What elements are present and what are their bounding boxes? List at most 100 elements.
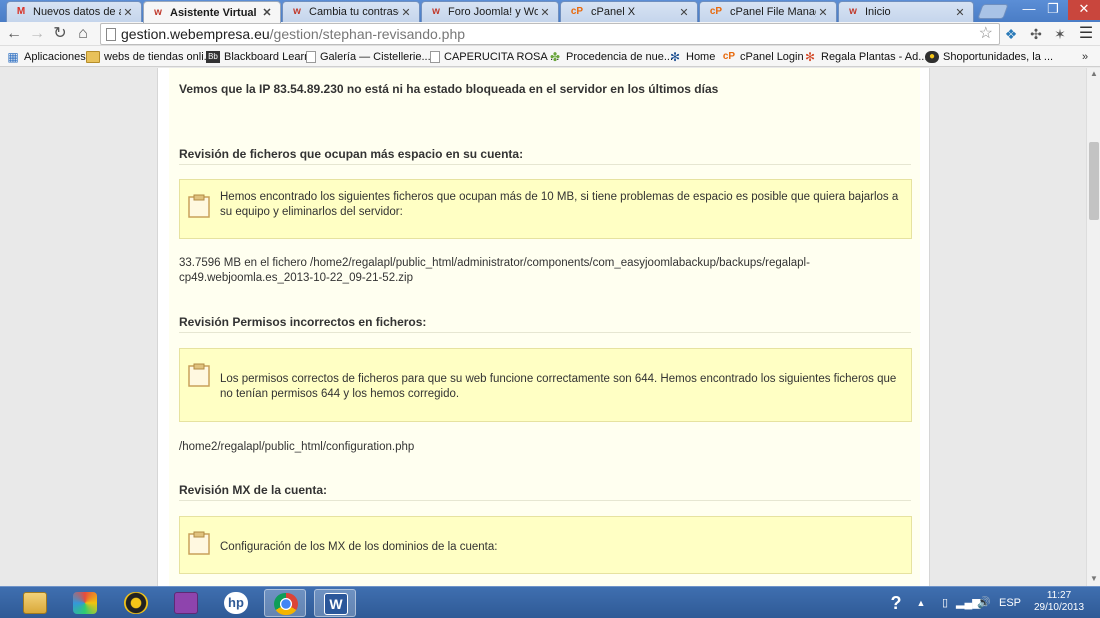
extension-icon[interactable]: ❖: [1002, 25, 1020, 43]
taskbar-explorer[interactable]: [14, 589, 56, 617]
scroll-down-icon[interactable]: ▼: [1087, 573, 1100, 585]
minimize-icon[interactable]: —: [1017, 0, 1041, 20]
vertical-scrollbar[interactable]: ▲ ▼: [1086, 68, 1100, 586]
bookmark-label: Procedencia de nue...: [566, 51, 674, 63]
back-arrow-icon[interactable]: ←: [4, 25, 24, 43]
bookmarks-bar: ▦ Aplicaciones webs de tiendas onli... B…: [0, 46, 1100, 67]
webempresa-icon: w: [432, 6, 440, 17]
tab-gmail[interactable]: M Nuevos datos de acce ✕: [6, 1, 142, 22]
url-path: /gestion/stephan-revisando.php: [269, 26, 466, 42]
network-signal-icon[interactable]: ▂▄▆: [956, 591, 981, 615]
bookmark-blackboard[interactable]: Bb Blackboard Learn: [206, 49, 310, 65]
menu-icon[interactable]: ☰: [1077, 25, 1095, 43]
close-icon[interactable]: ✕: [260, 6, 274, 19]
cpanel-icon: cP: [570, 6, 584, 17]
bookmark-regala-plantas[interactable]: ✻ Regala Plantas - Ad...: [803, 49, 927, 65]
language-indicator[interactable]: ESP: [998, 591, 1022, 615]
tab-title: Nuevos datos de acce: [33, 6, 121, 18]
tab-title: Cambia tu contraseña: [309, 6, 399, 18]
taskbar-media-center[interactable]: [64, 589, 106, 617]
taskbar-word[interactable]: W: [314, 589, 356, 617]
divider: [179, 500, 911, 501]
close-icon[interactable]: ✕: [953, 6, 967, 19]
bookmark-aplicaciones[interactable]: ▦ Aplicaciones: [6, 49, 85, 65]
notice-text: Hemos encontrado los siguientes ficheros…: [220, 191, 899, 218]
close-icon[interactable]: ✕: [399, 6, 413, 19]
windows-taskbar: hp W ? ▲ ▯ ▂▄▆ 🔊 ESP 11:27 29/10/2013: [0, 586, 1100, 618]
document-icon: [306, 51, 316, 63]
corrected-file-entry: /home2/regalapl/public_html/configuratio…: [179, 441, 415, 453]
webempresa-icon: w: [849, 6, 857, 17]
tab-cpanel-file-manager[interactable]: cP cPanel File Manager v ✕: [699, 1, 837, 22]
bookmark-label: Blackboard Learn: [224, 51, 311, 63]
taskbar-hp[interactable]: hp: [215, 589, 257, 617]
colorful-app-icon: [73, 592, 97, 614]
bookmark-star-icon[interactable]: ☆: [979, 24, 993, 44]
tab-asistente-virtual[interactable]: w Asistente Virtual Steph ✕: [143, 1, 281, 23]
notice-box-mx: Configuración de los MX de los dominios …: [179, 516, 912, 574]
bookmark-galeria[interactable]: Galería — Cistellerie...: [306, 49, 431, 65]
bookmark-label: cPanel Login: [740, 51, 804, 63]
tab-title: cPanel X: [591, 6, 636, 18]
scroll-up-icon[interactable]: ▲: [1087, 68, 1100, 80]
clock-date: 29/10/2013: [1033, 602, 1085, 613]
bookmark-caperucita[interactable]: CAPERUCITA ROSA ...: [430, 49, 559, 65]
forward-arrow-icon[interactable]: →: [27, 25, 47, 43]
new-tab-button[interactable]: [977, 4, 1009, 19]
webempresa-icon: w: [293, 6, 301, 17]
cpanel-icon: cP: [722, 51, 736, 62]
webempresa-icon: w: [154, 6, 162, 18]
tab-title: Inicio: [865, 6, 891, 18]
device-icon[interactable]: ▯: [936, 591, 954, 615]
clock-time: 11:27: [1046, 590, 1072, 601]
large-file-entry: 33.7596 MB en el fichero /home2/regalapl…: [179, 257, 810, 284]
close-icon[interactable]: ✕: [121, 6, 135, 19]
bookmark-procedencia[interactable]: ✤ Procedencia de nue...: [548, 49, 673, 65]
tab-title: cPanel File Manager v: [730, 6, 816, 18]
joomla-icon: ✻: [804, 50, 816, 64]
content-panel: Vemos que la IP 83.54.89.230 no está ni …: [157, 68, 930, 586]
bookmark-shoportunidades[interactable]: ● Shoportunidades, la ...: [925, 49, 1053, 65]
folder-icon: [86, 51, 100, 63]
extension-icon[interactable]: ✣: [1027, 25, 1045, 43]
volume-icon[interactable]: 🔊: [975, 591, 993, 615]
taskbar-app[interactable]: [165, 589, 207, 617]
bookmark-label: Home: [686, 51, 716, 63]
system-clock[interactable]: 11:27 29/10/2013: [1028, 590, 1090, 614]
taskbar-media-player[interactable]: [115, 589, 157, 617]
scroll-thumb[interactable]: [1089, 142, 1099, 220]
notice-box-large-files: Hemos encontrado los siguientes ficheros…: [179, 179, 912, 239]
tab-cpanel-x[interactable]: cP cPanel X ✕: [560, 1, 698, 22]
bookmark-home[interactable]: ✻ Home: [668, 49, 715, 65]
bookmark-webs-tiendas[interactable]: webs de tiendas onli...: [86, 49, 213, 65]
window-close-icon[interactable]: ✕: [1068, 0, 1100, 20]
tab-inicio[interactable]: w Inicio ✕: [838, 1, 974, 22]
tab-foro-joomla[interactable]: w Foro Joomla! y WordP ✕: [421, 1, 559, 22]
close-icon[interactable]: ✕: [677, 6, 691, 19]
close-icon[interactable]: ✕: [538, 6, 552, 19]
page-viewport: Vemos que la IP 83.54.89.230 no está ni …: [0, 68, 1086, 586]
puzzle-icon: ✤: [549, 50, 561, 64]
notice-box-permissions: Los permisos correctos de ficheros para …: [179, 348, 912, 422]
clipboard-icon: [188, 363, 210, 387]
hp-icon: hp: [224, 592, 248, 614]
reload-icon[interactable]: ↻: [50, 25, 70, 43]
bookmarks-overflow-icon[interactable]: »: [1082, 49, 1088, 65]
tab-cambia-contrasena[interactable]: w Cambia tu contraseña ✕: [282, 1, 420, 22]
notice-text: Los permisos correctos de ficheros para …: [220, 373, 897, 400]
help-icon[interactable]: ?: [884, 591, 908, 615]
address-bar[interactable]: gestion.webempresa.eu/gestion/stephan-re…: [100, 23, 1000, 45]
ip-status-text: Vemos que la IP 83.54.89.230 no está ni …: [179, 82, 719, 96]
cpanel-icon: cP: [709, 6, 723, 17]
tray-expand-icon[interactable]: ▲: [914, 591, 928, 615]
maximize-icon[interactable]: ❐: [1041, 0, 1065, 20]
home-icon[interactable]: ⌂: [73, 25, 93, 43]
extension-icon[interactable]: ✶: [1051, 25, 1069, 43]
bookmark-cpanel-login[interactable]: cP cPanel Login: [722, 49, 804, 65]
close-icon[interactable]: ✕: [816, 6, 830, 19]
clipboard-icon: [188, 531, 210, 555]
taskbar-chrome[interactable]: [264, 589, 306, 617]
shop-icon: ●: [925, 51, 939, 63]
content-area: Vemos que la IP 83.54.89.230 no está ni …: [169, 68, 920, 586]
document-icon: [430, 51, 440, 63]
